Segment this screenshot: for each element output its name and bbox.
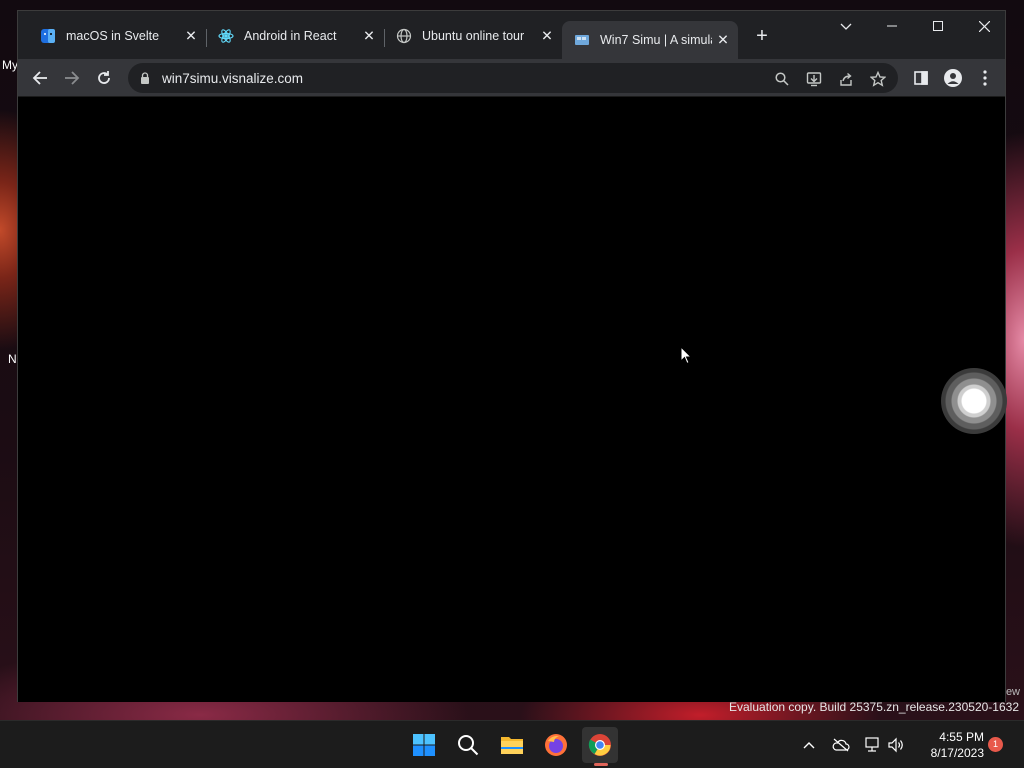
chevron-up-icon xyxy=(803,742,815,749)
bookmark-star-icon[interactable] xyxy=(869,70,887,88)
share-icon[interactable] xyxy=(837,70,855,88)
tab-search-button[interactable] xyxy=(823,11,869,41)
tab-strip: macOS in Svelte ✕ Android in React ✕ Ubu… xyxy=(18,11,1005,59)
network-icon[interactable] xyxy=(862,735,882,755)
tab-close-icon[interactable]: ✕ xyxy=(540,28,554,45)
forward-button[interactable] xyxy=(59,65,85,91)
close-icon xyxy=(978,20,990,32)
reload-icon xyxy=(98,71,110,84)
file-explorer-icon[interactable] xyxy=(494,727,530,763)
firefox-icon[interactable] xyxy=(538,727,574,763)
back-button[interactable] xyxy=(27,65,53,91)
tab-title: macOS in Svelte xyxy=(66,29,160,43)
maximize-icon xyxy=(933,21,943,31)
clock-date: 8/17/2023 xyxy=(930,746,984,760)
chrome-icon[interactable] xyxy=(582,727,618,763)
win7-icon xyxy=(574,32,590,48)
show-hidden-icons-button[interactable] xyxy=(799,735,819,755)
tab-title: Win7 Simu | A simula xyxy=(600,33,712,47)
volume-icon[interactable] xyxy=(886,735,906,755)
profile-avatar-icon xyxy=(944,69,962,87)
macos-finder-icon xyxy=(40,28,56,44)
tab-close-icon[interactable]: ✕ xyxy=(184,28,198,45)
tab-close-icon[interactable]: ✕ xyxy=(716,32,730,49)
assistive-touch-button[interactable] xyxy=(941,368,1007,434)
arrow-right-icon xyxy=(65,71,80,85)
side-panel-button[interactable] xyxy=(908,65,934,91)
tab-win7-simu[interactable]: Win7 Simu | A simula ✕ xyxy=(562,21,738,59)
active-app-indicator xyxy=(594,763,608,766)
address-bar[interactable]: win7simu.visnalize.com xyxy=(128,63,898,93)
close-window-button[interactable] xyxy=(961,11,1007,41)
tab-close-icon[interactable]: ✕ xyxy=(362,28,376,45)
lock-icon xyxy=(141,72,149,84)
maximize-button[interactable] xyxy=(915,11,961,41)
taskbar: 4:55 PM 8/17/2023 1 xyxy=(0,720,1024,768)
url-text: win7simu.visnalize.com xyxy=(162,70,304,86)
install-app-icon[interactable] xyxy=(805,70,823,88)
reload-button[interactable] xyxy=(91,65,117,91)
browser-window: macOS in Svelte ✕ Android in React ✕ Ubu… xyxy=(17,10,1006,702)
minimize-button[interactable] xyxy=(869,11,915,41)
notification-badge[interactable]: 1 xyxy=(988,737,1003,752)
tab-title: Ubuntu online tour xyxy=(422,29,525,43)
tab-title: Android in React xyxy=(244,29,337,43)
browser-toolbar: win7simu.visnalize.com xyxy=(18,59,1005,96)
menu-button[interactable] xyxy=(972,65,998,91)
chevron-down-icon xyxy=(840,23,852,30)
tab-macos-svelte[interactable]: macOS in Svelte ✕ xyxy=(28,21,206,51)
react-icon xyxy=(218,28,234,44)
desktop-label-n[interactable]: N xyxy=(8,352,17,366)
more-vertical-icon xyxy=(983,70,987,86)
taskbar-clock[interactable]: 4:55 PM 8/17/2023 xyxy=(912,729,984,761)
mouse-cursor-icon xyxy=(680,346,692,365)
arrow-left-icon xyxy=(32,71,47,85)
evaluation-watermark: Evaluation copy. Build 25375.zn_release.… xyxy=(729,700,1019,714)
new-tab-button[interactable]: + xyxy=(751,25,773,47)
side-panel-icon xyxy=(914,71,928,85)
search-icon[interactable] xyxy=(450,727,486,763)
windows-start-icon[interactable] xyxy=(406,727,442,763)
tab-android-react[interactable]: Android in React ✕ xyxy=(206,21,384,51)
desktop-label-my[interactable]: My xyxy=(2,58,18,72)
minimize-icon xyxy=(887,25,897,27)
clock-time: 4:55 PM xyxy=(939,730,984,744)
desktop-label-partial: ew xyxy=(1005,686,1020,698)
page-content[interactable] xyxy=(18,96,1005,702)
tab-ubuntu-tour[interactable]: Ubuntu online tour ✕ xyxy=(384,21,562,51)
globe-icon xyxy=(396,28,412,44)
onedrive-offline-icon[interactable] xyxy=(831,735,851,755)
profile-button[interactable] xyxy=(940,65,966,91)
search-icon[interactable] xyxy=(773,70,791,88)
